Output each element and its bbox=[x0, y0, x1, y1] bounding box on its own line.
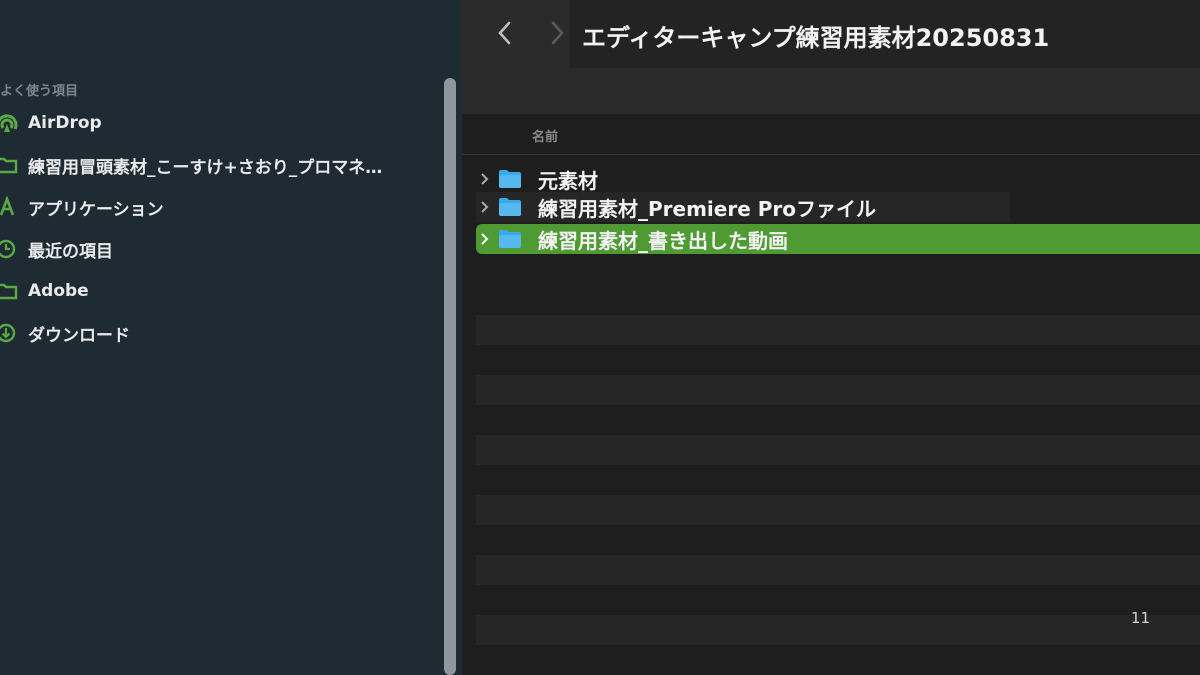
column-header: 名前 bbox=[462, 114, 1200, 155]
sidebar-item-label: アプリケーション bbox=[28, 199, 164, 220]
column-name-header[interactable]: 名前 bbox=[532, 126, 558, 145]
chevron-right-icon[interactable] bbox=[476, 200, 494, 214]
list-item[interactable]: 練習用素材_Premiere Proファイル bbox=[476, 192, 1010, 222]
toolbar: エディターキャンプ練習用素材20250831 bbox=[462, 0, 1200, 114]
clock-icon bbox=[0, 238, 18, 260]
file-name: 元素材 bbox=[538, 168, 598, 193]
airdrop-icon bbox=[0, 112, 18, 134]
sidebar-item-label: Adobe bbox=[28, 281, 89, 301]
page-number: 11 bbox=[1130, 609, 1150, 627]
empty-row bbox=[476, 375, 1200, 405]
back-button[interactable] bbox=[490, 18, 520, 48]
file-name: 練習用素材_Premiere Proファイル bbox=[538, 196, 876, 221]
sidebar-item-label: 練習用冒頭素材_こーすけ+さおり_プロマネ… bbox=[28, 157, 383, 178]
empty-row bbox=[476, 495, 1200, 525]
chevron-right-icon bbox=[551, 21, 564, 45]
empty-row bbox=[476, 615, 1200, 645]
download-icon bbox=[0, 322, 18, 344]
window-title: エディターキャンプ練習用素材20250831 bbox=[582, 24, 1050, 52]
applications-icon bbox=[0, 196, 18, 218]
list-item[interactable]: 元素材 bbox=[476, 164, 1200, 194]
chevron-left-icon bbox=[498, 21, 511, 45]
sidebar-item-airdrop[interactable]: AirDrop bbox=[0, 108, 440, 138]
empty-row bbox=[476, 435, 1200, 465]
folder-icon bbox=[498, 197, 526, 217]
sidebar-item-recents[interactable]: 最近の項目 bbox=[0, 234, 440, 264]
empty-row bbox=[476, 555, 1200, 585]
folder-icon bbox=[0, 280, 18, 302]
chevron-right-icon[interactable] bbox=[476, 172, 494, 186]
sidebar-item-downloads[interactable]: ダウンロード bbox=[0, 318, 440, 348]
sidebar-item-applications[interactable]: アプリケーション bbox=[0, 192, 440, 222]
sidebar-item-adobe[interactable]: Adobe bbox=[0, 276, 440, 306]
file-browser: エディターキャンプ練習用素材20250831 名前 元素材 練習用素材_Prem… bbox=[462, 0, 1200, 675]
sidebar-item-label: 最近の項目 bbox=[28, 241, 113, 262]
sidebar: よく使う項目 AirDrop 練習用冒頭素材_こーすけ+さおり_プロマネ… アプ… bbox=[0, 0, 462, 675]
sidebar-item-label: AirDrop bbox=[28, 113, 102, 133]
forward-button[interactable] bbox=[542, 18, 572, 48]
sidebar-item-practice-folder[interactable]: 練習用冒頭素材_こーすけ+さおり_プロマネ… bbox=[0, 150, 440, 180]
folder-icon bbox=[498, 169, 526, 189]
list-item-selected[interactable]: 練習用素材_書き出した動画 bbox=[476, 224, 1200, 254]
folder-icon bbox=[0, 154, 18, 176]
file-list: 元素材 練習用素材_Premiere Proファイル 練習用素材_書き出した動画 bbox=[462, 160, 1200, 675]
sidebar-scrollbar[interactable] bbox=[444, 78, 456, 675]
folder-icon bbox=[498, 229, 526, 249]
file-name: 練習用素材_書き出した動画 bbox=[538, 228, 788, 253]
empty-row bbox=[476, 315, 1200, 345]
chevron-right-icon[interactable] bbox=[476, 232, 494, 246]
sidebar-section-title: よく使う項目 bbox=[0, 84, 79, 99]
sidebar-item-label: ダウンロード bbox=[28, 325, 130, 346]
